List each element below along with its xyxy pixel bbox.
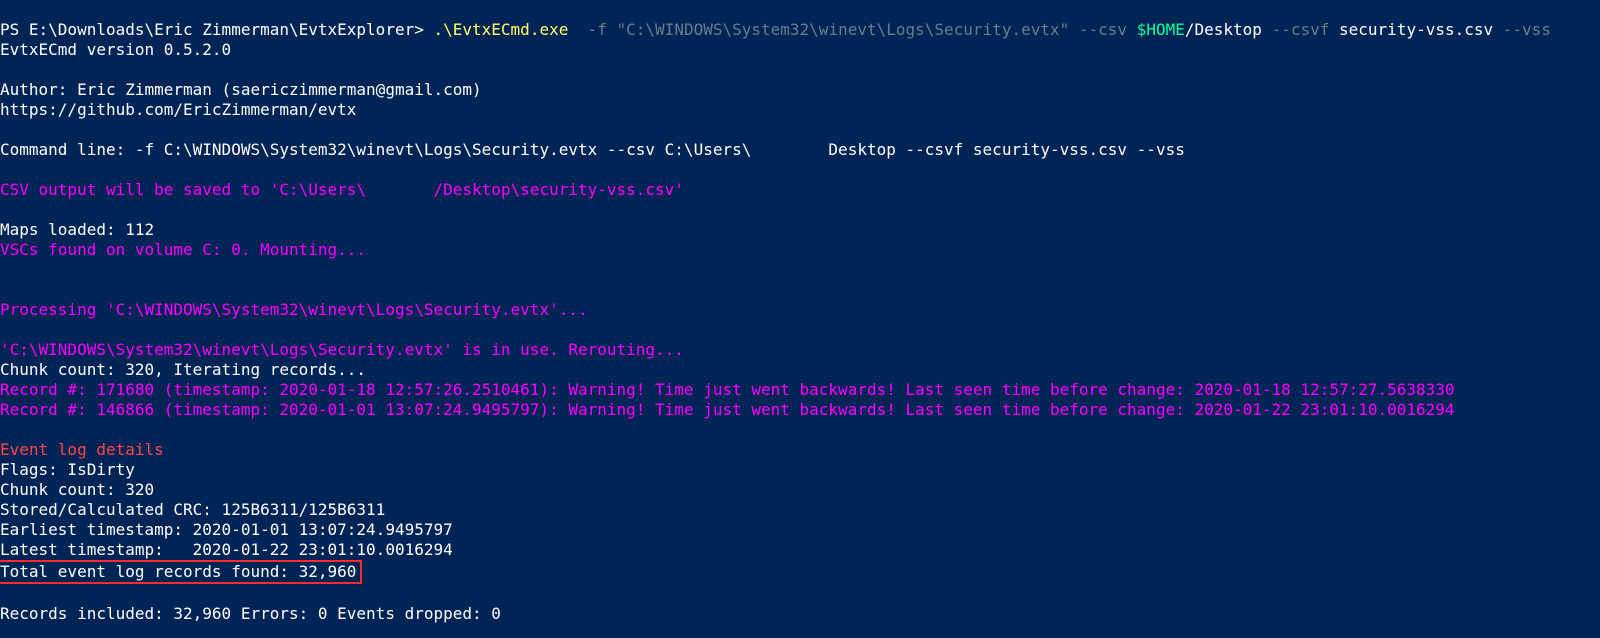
record-warning-1: Record #: 171680 (timestamp: 2020-01-18 …	[0, 380, 1455, 399]
latest-line: Latest timestamp: 2020-01-22 23:01:10.00…	[0, 540, 453, 559]
record-warning-2: Record #: 146866 (timestamp: 2020-01-01 …	[0, 400, 1455, 419]
maps-loaded-line: Maps loaded: 112	[0, 220, 154, 239]
csv-output-line: CSV output will be saved to 'C:\Users\ /…	[0, 180, 684, 199]
env-var: $HOME	[1137, 20, 1185, 39]
command-exe: .\EvtxECmd.exe	[433, 20, 587, 39]
crc-line: Stored/Calculated CRC: 125B6311/125B6311	[0, 500, 385, 519]
flags-line: Flags: IsDirty	[0, 460, 135, 479]
powershell-terminal[interactable]: PS E:\Downloads\Eric Zimmerman\EvtxExplo…	[0, 0, 1600, 624]
flag-f: -f	[588, 20, 617, 39]
ps-prompt: PS E:\Downloads\Eric Zimmerman\EvtxExplo…	[0, 20, 433, 39]
arg-desktop: /Desktop	[1185, 20, 1272, 39]
github-line: https://github.com/EricZimmerman/evtx	[0, 100, 356, 119]
arg-path: "C:\WINDOWS\System32\winevt\Logs\Securit…	[617, 20, 1070, 39]
version-line: EvtxECmd version 0.5.2.0	[0, 40, 231, 59]
details-header: Event log details	[0, 440, 164, 459]
arg-csvf-name: security-vss.csv	[1339, 20, 1503, 39]
flag-csvf: --csvf	[1272, 20, 1339, 39]
flag-csv: --csv	[1069, 20, 1136, 39]
flag-vss: --vss	[1503, 20, 1551, 39]
processing-line: Processing 'C:\WINDOWS\System32\winevt\L…	[0, 300, 588, 319]
summary-line: Records included: 32,960 Errors: 0 Event…	[0, 604, 501, 623]
total-records-line: Total event log records found: 32,960	[0, 562, 356, 581]
inuse-line: 'C:\WINDOWS\System32\winevt\Logs\Securit…	[0, 340, 684, 359]
author-line: Author: Eric Zimmerman (saericzimmerman@…	[0, 80, 482, 99]
chunk-count-line: Chunk count: 320	[0, 480, 154, 499]
earliest-line: Earliest timestamp: 2020-01-01 13:07:24.…	[0, 520, 453, 539]
total-records-highlight: Total event log records found: 32,960	[0, 560, 362, 584]
vsc-found-line: VSCs found on volume C: 0. Mounting...	[0, 240, 366, 259]
cmdline-line: Command line: -f C:\WINDOWS\System32\win…	[0, 140, 1185, 159]
chunk-iter-line: Chunk count: 320, Iterating records...	[0, 360, 366, 379]
